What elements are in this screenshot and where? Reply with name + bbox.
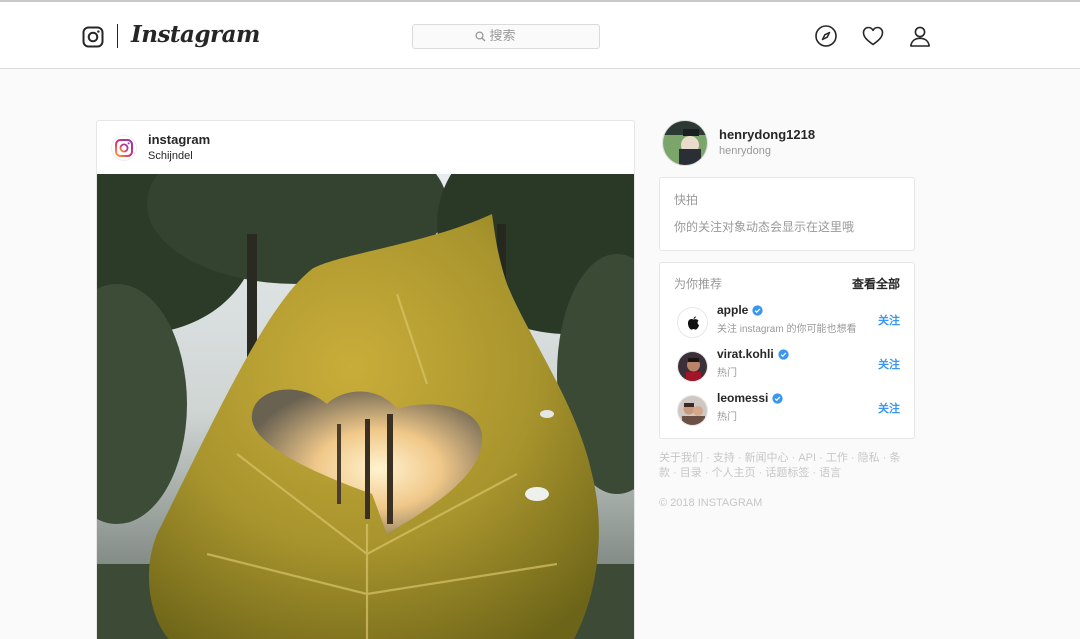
suggestions-panel: 为你推荐 查看全部 apple 关注 instagram 的你可能也想看 关注	[659, 262, 915, 439]
suggestion-item: virat.kohli 热门 关注	[660, 347, 914, 389]
suggestion-reason: 热门	[717, 412, 737, 423]
current-user-avatar[interactable]	[662, 120, 708, 166]
verified-badge-icon	[752, 304, 763, 316]
footer-link-support[interactable]: 支持	[713, 452, 735, 464]
suggestion-reason: 热门	[717, 368, 737, 379]
stories-panel: 快拍 你的关注对象动态会显示在这里哦	[659, 177, 915, 251]
suggestion-avatar-leomessi[interactable]	[677, 395, 708, 426]
follow-button[interactable]: 关注	[878, 400, 900, 416]
footer-link-language[interactable]: 语言	[819, 467, 841, 479]
instagram-wordmark[interactable]: Instagram	[131, 21, 260, 48]
stories-empty-message: 你的关注对象动态会显示在这里哦	[674, 220, 855, 234]
post-username[interactable]: instagram	[148, 132, 210, 147]
footer-link-directory[interactable]: 目录	[680, 467, 702, 479]
suggestion-username-text: leomessi	[717, 391, 769, 405]
suggestion-username[interactable]: virat.kohli	[717, 347, 789, 361]
suggestion-username-text: virat.kohli	[717, 347, 774, 361]
verified-badge-icon	[772, 392, 784, 404]
suggestion-avatar-virat-kohli[interactable]	[677, 351, 708, 382]
suggestion-username[interactable]: leomessi	[717, 391, 784, 405]
search-input[interactable]	[489, 29, 538, 44]
top-nav: Instagram	[0, 2, 1080, 69]
explore-compass-icon[interactable]	[814, 24, 838, 48]
footer-link-hashtags[interactable]: 话题标签	[765, 467, 809, 479]
search-box[interactable]	[412, 24, 600, 49]
follow-button[interactable]: 关注	[878, 356, 900, 372]
stories-title: 快拍	[674, 193, 699, 207]
post-location[interactable]: Schijndel	[148, 150, 193, 162]
suggestion-reason: 关注 instagram 的你可能也想看	[717, 324, 857, 335]
copyright-text: © 2018 INSTAGRAM	[659, 497, 763, 509]
footer-link-press[interactable]: 新闻中心	[745, 452, 789, 464]
suggestion-username[interactable]: apple	[717, 303, 763, 317]
current-user-username[interactable]: henrydong1218	[719, 127, 815, 142]
suggestions-title: 为你推荐	[674, 277, 723, 291]
user-photo-image	[663, 121, 707, 165]
footer-link-privacy[interactable]: 隐私	[858, 452, 880, 464]
current-user-fullname: henrydong	[719, 145, 771, 157]
logo-divider	[117, 24, 118, 48]
footer-link-about[interactable]: 关于我们	[659, 452, 703, 464]
suggestion-avatar-apple[interactable]	[677, 307, 708, 338]
user-photo-image	[678, 352, 707, 381]
suggestion-username-text: apple	[717, 303, 749, 317]
see-all-link[interactable]: 查看全部	[852, 275, 900, 292]
apple-logo-icon	[678, 308, 707, 337]
footer-links: 关于我们 · 支持 · 新闻中心 · API · 工作 · 隐私 · 条款 · …	[659, 452, 901, 479]
post-header: instagram Schijndel	[97, 121, 634, 174]
post-author-avatar[interactable]	[111, 135, 137, 161]
feed-post: instagram Schijndel	[96, 120, 635, 639]
footer-link-api[interactable]: API	[798, 452, 816, 464]
footer-link-jobs[interactable]: 工作	[826, 452, 848, 464]
profile-user-icon[interactable]	[908, 24, 932, 48]
instagram-camera-icon[interactable]	[82, 26, 104, 48]
instagram-logo-icon	[115, 139, 133, 157]
post-photo-leaf-heart[interactable]	[97, 174, 634, 639]
verified-badge-icon	[778, 348, 789, 360]
search-icon	[474, 31, 485, 42]
suggestion-item: apple 关注 instagram 的你可能也想看 关注	[660, 303, 914, 345]
footer-link-profiles[interactable]: 个人主页	[712, 467, 756, 479]
user-photo-image	[678, 396, 707, 425]
activity-heart-icon[interactable]	[861, 24, 885, 48]
follow-button[interactable]: 关注	[878, 312, 900, 328]
suggestion-item: leomessi 热门 关注	[660, 391, 914, 433]
